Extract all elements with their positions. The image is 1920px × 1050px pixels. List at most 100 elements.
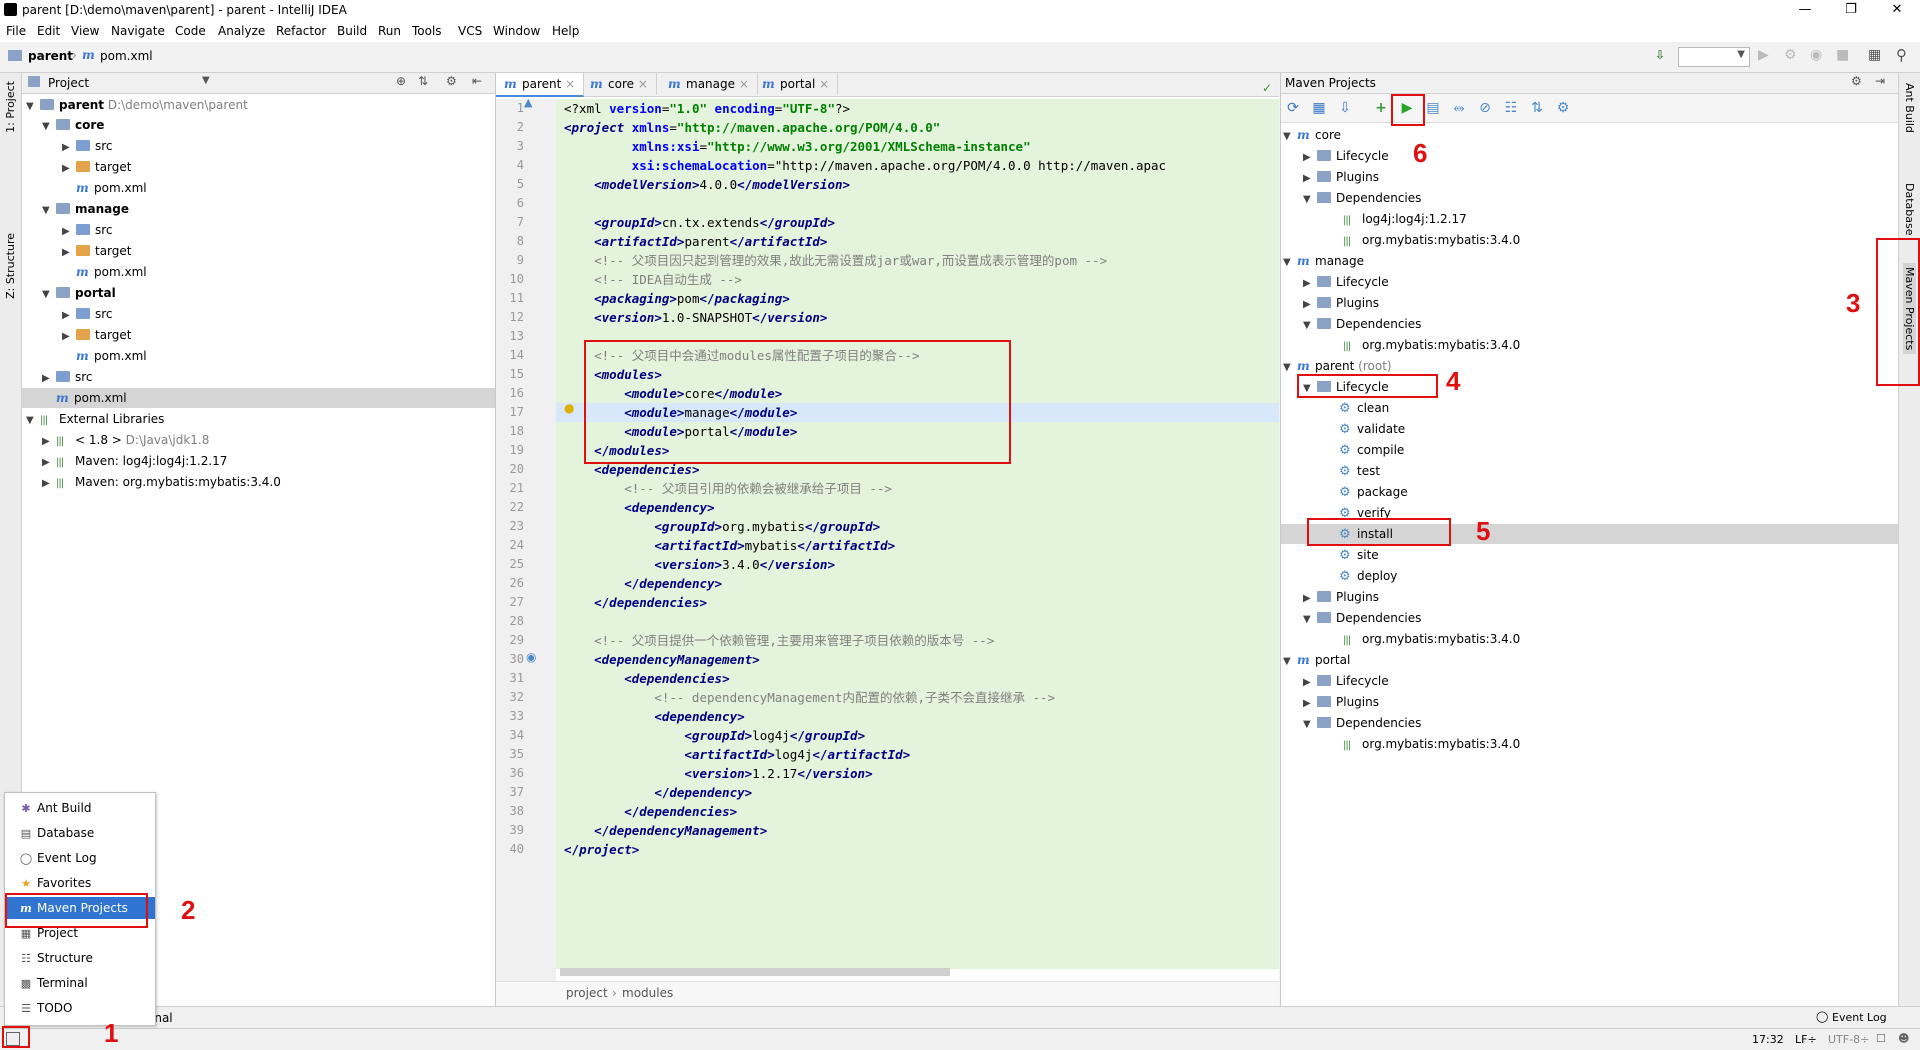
maven-goal-site[interactable]: ⚙ site [1339,545,1379,565]
code-line[interactable]: <project xmlns="http://maven.apache.org/… [564,118,940,137]
maven-tree-dependencies[interactable]: ▼ Dependencies [1303,188,1421,208]
dependency-diagram-icon[interactable]: ☷ [1501,98,1521,118]
collapse-icon[interactable]: ⇅ [418,74,428,88]
tree-row-target[interactable]: ▶ target [62,325,132,345]
maven-tree-plugins[interactable]: ▶ Plugins [1303,167,1379,187]
search-icon[interactable]: ⚲ [1896,46,1907,64]
maven-tree-plugins[interactable]: ▶ Plugins [1303,293,1379,313]
maven-tree-plugins[interactable]: ▶ Plugins [1303,692,1379,712]
menu-file[interactable]: File [6,24,26,38]
tree-row-target[interactable]: ▶ target [62,157,132,177]
tab-portal[interactable]: m portal × [754,73,839,95]
close-icon[interactable]: × [819,77,829,91]
maven-tree-lifecycle[interactable]: ▶ Lifecycle [1303,272,1389,292]
code-line[interactable]: xsi:schemaLocation="http://maven.apache.… [564,156,1166,175]
menu-refactor[interactable]: Refactor [276,24,326,38]
hide-icon[interactable]: ⇤ [472,74,482,88]
reimport-icon[interactable]: ⟳ [1283,98,1303,118]
chevron-down-icon[interactable]: ▼ [202,75,210,86]
close-button[interactable]: ✕ [1874,0,1920,20]
override-gutter-icon[interactable]: ▲ [524,96,532,109]
run-config-select[interactable]: ▼ [1678,47,1750,67]
tree-row-external-libraries[interactable]: ▼ ||| External Libraries [26,409,164,429]
code-line[interactable]: <!-- 父项目引用的依赖会被继承给子项目 --> [564,479,892,498]
skip-tests-icon[interactable]: ⊘ [1475,98,1495,118]
tree-row-src[interactable]: ▶ src [62,304,113,324]
lock-icon[interactable]: ☐ [1876,1032,1886,1045]
maven-tree-manage[interactable]: ▼ m manage [1283,251,1364,271]
settings-icon[interactable]: ⚙ [1553,98,1573,118]
tree-row-library[interactable]: ▶ ||| Maven: log4j:log4j:1.2.17 [42,451,227,471]
tree-row-pom[interactable]: m pom.xml [76,178,147,198]
maven-tree-dependency[interactable]: ||| log4j:log4j:1.2.17 [1343,209,1467,229]
toggle-offline-icon[interactable]: ⥈ [1449,98,1469,118]
popup-item-favorites[interactable]: ★ Favorites [5,872,155,894]
tree-row-src[interactable]: ▶ src [62,220,113,240]
hide-icon[interactable]: ⇥ [1875,74,1885,88]
maven-tree-dependency[interactable]: ||| org.mybatis:mybatis:3.4.0 [1343,230,1520,250]
breadcrumb-modules[interactable]: modules [622,986,673,1000]
code-line[interactable]: <groupId>log4j</groupId> [564,726,865,745]
popup-item-terminal[interactable]: ▩ Terminal [5,972,155,994]
menu-code[interactable]: Code [175,24,206,38]
code-line[interactable]: <groupId>cn.tx.extends</groupId> [564,213,835,232]
locate-icon[interactable]: ⊕ [396,74,406,88]
minimize-button[interactable]: — [1782,0,1828,20]
menu-window[interactable]: Window [493,24,540,38]
tab-core[interactable]: m core × [582,73,657,95]
collapse-all-icon[interactable]: ⇅ [1527,98,1547,118]
maven-goal-deploy[interactable]: ⚙ deploy [1339,566,1397,586]
popup-item-ant-build[interactable]: ✱ Ant Build [5,797,155,819]
gear-icon[interactable]: ⚙ [1851,74,1862,88]
menu-vcs[interactable]: VCS [458,24,482,38]
tree-row-pom[interactable]: m pom.xml [76,262,147,282]
project-panel-title[interactable]: Project [48,76,89,90]
coverage-icon[interactable]: ◉ [1810,47,1822,63]
project-structure-icon[interactable]: ▦ [1868,47,1881,63]
tree-row-parent[interactable]: ▼ parent D:\demo\maven\parent [26,95,248,115]
code-line[interactable]: <!-- dependencyManagement内配置的依赖,子类不会直接继承… [564,688,1055,707]
maximize-button[interactable]: ❐ [1828,0,1874,20]
close-icon[interactable]: × [739,77,749,91]
maven-goal-compile[interactable]: ⚙ compile [1339,440,1404,460]
close-icon[interactable]: × [565,77,575,91]
popup-item-structure[interactable]: ☷ Structure [5,947,155,969]
code-line[interactable]: </dependency> [564,574,722,593]
maven-tree-dependency[interactable]: ||| org.mybatis:mybatis:3.4.0 [1343,629,1520,649]
maven-goal-package[interactable]: ⚙ package [1339,482,1408,502]
build-icon[interactable]: ⇩ [1655,48,1665,62]
tree-row-library[interactable]: ▶ ||| Maven: org.mybatis:mybatis:3.4.0 [42,472,281,492]
tree-row-pom-selected[interactable]: m pom.xml [22,388,495,408]
code-line[interactable]: <dependencyManagement> [564,650,760,669]
file-encoding[interactable]: UTF-8÷ [1828,1033,1869,1046]
code-line[interactable]: </dependencies> [564,802,737,821]
menu-navigate[interactable]: Navigate [111,24,165,38]
line-separator[interactable]: LF÷ [1795,1033,1817,1046]
tree-row-pom[interactable]: m pom.xml [76,346,147,366]
tab-manage[interactable]: m manage × [660,73,758,95]
gear-icon[interactable]: ⚙ [446,74,457,88]
tree-row-src[interactable]: ▶ src [62,136,113,156]
code-line[interactable]: xmlns:xsi="http://www.w3.org/2001/XMLSch… [564,137,1031,156]
code-line[interactable]: <!-- 父项目因只起到管理的效果,故此无需设置成jar或war,而设置成表示管… [564,251,1107,270]
database-tool-tab[interactable]: Database [1903,183,1916,236]
maven-tree-dependencies[interactable]: ▼ Dependencies [1303,608,1421,628]
override-gutter-icon[interactable]: ◉ [526,650,536,664]
code-line[interactable]: </dependencyManagement> [564,821,767,840]
code-line[interactable]: <artifactId>parent</artifactId> [564,232,827,251]
project-tool-tab[interactable]: 1: Project [4,81,17,133]
close-icon[interactable]: × [638,77,648,91]
code-line[interactable]: </dependency> [564,783,752,802]
maven-tree-dependency[interactable]: ||| org.mybatis:mybatis:3.4.0 [1343,335,1520,355]
tree-row-portal[interactable]: ▼ portal [42,283,116,303]
generate-sources-icon[interactable]: ▦ [1309,98,1329,118]
breadcrumb-parent[interactable]: parent [28,49,73,63]
debug-icon[interactable]: ⚙ [1784,47,1797,63]
code-line[interactable]: <?xml version="1.0" encoding="UTF-8"?> [564,99,850,118]
download-icon[interactable]: ⇩ [1335,98,1355,118]
code-line[interactable]: <artifactId>mybatis</artifactId> [564,536,895,555]
breadcrumb-project[interactable]: project [566,986,608,1000]
maven-tree-lifecycle[interactable]: ▶ Lifecycle [1303,146,1389,166]
tree-row-core[interactable]: ▼ core [42,115,104,135]
code-line[interactable]: <version>1.0-SNAPSHOT</version> [564,308,827,327]
